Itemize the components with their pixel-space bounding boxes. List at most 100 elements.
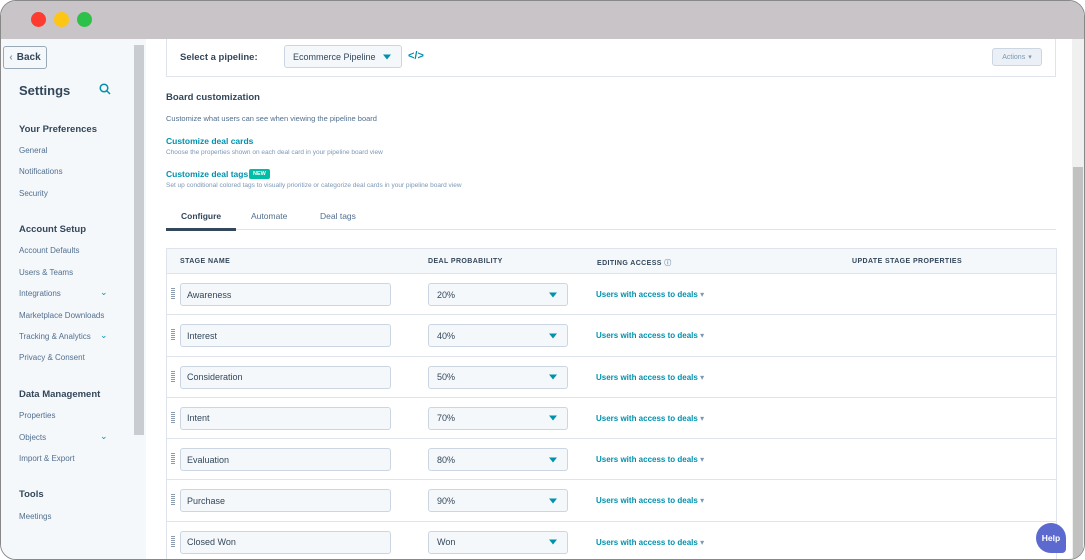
probability-value: 50%: [437, 372, 456, 383]
probability-value: 40%: [437, 330, 456, 341]
sidebar-item[interactable]: Security: [19, 189, 48, 198]
sidebar-section-heading: Account Setup: [19, 224, 87, 235]
caret-down-icon: [549, 292, 557, 297]
tab-deal-tags[interactable]: Deal tags: [320, 211, 356, 221]
chevron-down-icon[interactable]: ⌄: [100, 330, 108, 341]
table-row: Evaluation 80% Users with access to deal…: [167, 439, 1056, 481]
sidebar-item[interactable]: Marketplace Downloads: [19, 311, 104, 320]
stage-name-input[interactable]: Closed Won: [180, 530, 391, 554]
tags-desc: Set up conditional colored tags to visua…: [166, 182, 462, 189]
drag-handle-icon[interactable]: [171, 411, 175, 424]
header-editing-access: EDITING ACCESS ⓘ: [597, 258, 672, 268]
deal-probability-select[interactable]: Won: [428, 530, 568, 554]
editing-access-dropdown[interactable]: Users with access to deals ▾: [596, 331, 704, 340]
customize-deal-cards-link[interactable]: Customize deal cards: [166, 136, 253, 146]
code-embed-icon[interactable]: </>: [408, 50, 424, 62]
stage-name-input[interactable]: Intent: [180, 406, 391, 430]
stage-name-input[interactable]: Interest: [180, 324, 391, 348]
deal-probability-select[interactable]: 50%: [428, 365, 568, 389]
deal-probability-select[interactable]: 80%: [428, 448, 568, 472]
sidebar-item[interactable]: General: [19, 146, 47, 155]
table-row: Purchase 90% Users with access to deals …: [167, 480, 1056, 522]
stage-name-input[interactable]: Consideration: [180, 365, 391, 389]
probability-value: 90%: [437, 495, 456, 506]
sidebar-item[interactable]: Users & Teams: [19, 268, 73, 277]
deal-probability-select[interactable]: 40%: [428, 324, 568, 348]
editing-access-dropdown[interactable]: Users with access to deals ▾: [596, 290, 704, 299]
sidebar-item[interactable]: Account Defaults: [19, 246, 79, 255]
caret-down-icon: ▾: [700, 455, 705, 465]
caret-down-icon: [549, 457, 557, 463]
drag-handle-icon[interactable]: [171, 535, 175, 548]
drag-handle-icon[interactable]: [171, 453, 175, 466]
sidebar-item[interactable]: Import & Export: [19, 454, 75, 463]
stage-name-value: Consideration: [187, 372, 243, 383]
close-window-button[interactable]: [31, 12, 46, 27]
drag-handle-icon[interactable]: [171, 494, 175, 507]
access-label: Users with access to deals: [596, 413, 698, 423]
deal-probability-select[interactable]: 70%: [428, 406, 568, 430]
new-badge: NEW: [249, 169, 270, 179]
probability-value: Won: [437, 537, 456, 548]
stage-name-value: Interest: [187, 330, 218, 341]
actions-label: Actions: [1002, 53, 1026, 61]
editing-access-dropdown[interactable]: Users with access to deals ▾: [596, 455, 704, 464]
drag-handle-icon[interactable]: [171, 288, 175, 300]
tab-automate[interactable]: Automate: [251, 211, 287, 221]
stage-name-input[interactable]: Awareness: [180, 283, 391, 306]
stage-name-input[interactable]: Purchase: [180, 489, 391, 513]
search-icon[interactable]: [99, 83, 111, 98]
editing-access-dropdown[interactable]: Users with access to deals ▾: [596, 496, 704, 505]
drag-handle-icon[interactable]: [171, 329, 175, 342]
sidebar-item[interactable]: Meetings: [19, 512, 51, 521]
sidebar-item[interactable]: Properties: [19, 411, 55, 420]
access-label: Users with access to deals: [596, 290, 698, 299]
stage-name-value: Evaluation: [187, 454, 230, 465]
caret-down-icon: [549, 374, 557, 380]
sidebar-section-heading: Tools: [19, 489, 44, 500]
pipeline-select[interactable]: Ecommerce Pipeline: [284, 45, 402, 68]
help-button[interactable]: Help: [1036, 523, 1066, 553]
deal-probability-select[interactable]: 90%: [428, 489, 568, 513]
tab-configure[interactable]: Configure: [181, 211, 221, 221]
editing-access-label: EDITING ACCESS: [597, 260, 662, 267]
probability-value: 70%: [437, 413, 456, 424]
app-window: ‹ Back Settings Your Preferences General No…: [0, 0, 1085, 560]
actions-button[interactable]: Actions ▾: [992, 48, 1042, 66]
caret-down-icon: ▾: [700, 331, 705, 341]
main-scrollbar[interactable]: [1072, 39, 1084, 559]
editing-access-dropdown[interactable]: Users with access to deals ▾: [596, 414, 704, 423]
sidebar-item[interactable]: Integrations: [19, 289, 61, 298]
caret-down-icon: ▾: [700, 537, 705, 547]
scrollbar-thumb[interactable]: [1073, 167, 1083, 559]
back-button[interactable]: ‹ Back: [3, 46, 47, 69]
sidebar-scrollbar[interactable]: [134, 45, 144, 435]
sidebar-section-heading: Data Management: [19, 389, 101, 400]
editing-access-dropdown[interactable]: Users with access to deals ▾: [596, 538, 704, 547]
chevron-down-icon[interactable]: ⌄: [100, 287, 108, 298]
header-deal-probability: DEAL PROBABILITY: [428, 258, 503, 265]
table-row: Intent 70% Users with access to deals ▾: [167, 398, 1056, 440]
sidebar-item[interactable]: Privacy & Consent: [19, 353, 85, 362]
drag-handle-icon[interactable]: [171, 370, 175, 383]
sidebar-item[interactable]: Notifications: [19, 167, 63, 176]
caret-down-icon: [549, 498, 557, 504]
stage-name-input[interactable]: Evaluation: [180, 448, 391, 472]
editing-access-dropdown[interactable]: Users with access to deals ▾: [596, 373, 704, 382]
customize-deal-tags-link[interactable]: Customize deal tags: [166, 169, 248, 179]
stage-name-value: Awareness: [187, 289, 232, 300]
chevron-down-icon[interactable]: ⌄: [100, 431, 108, 442]
deal-probability-select[interactable]: 20%: [428, 283, 568, 306]
sidebar-item[interactable]: Tracking & Analytics: [19, 332, 91, 341]
maximize-window-button[interactable]: [77, 12, 92, 27]
stage-name-value: Closed Won: [187, 537, 236, 548]
sidebar-item[interactable]: Objects: [19, 433, 46, 442]
sidebar-section-heading: Your Preferences: [19, 124, 97, 135]
board-title: Board customization: [166, 92, 260, 103]
access-label: Users with access to deals: [596, 331, 698, 341]
access-label: Users with access to deals: [596, 372, 698, 382]
minimize-window-button[interactable]: [54, 12, 69, 27]
caret-down-icon: [549, 415, 557, 421]
info-icon[interactable]: ⓘ: [664, 260, 671, 267]
caret-down-icon: [549, 539, 557, 545]
